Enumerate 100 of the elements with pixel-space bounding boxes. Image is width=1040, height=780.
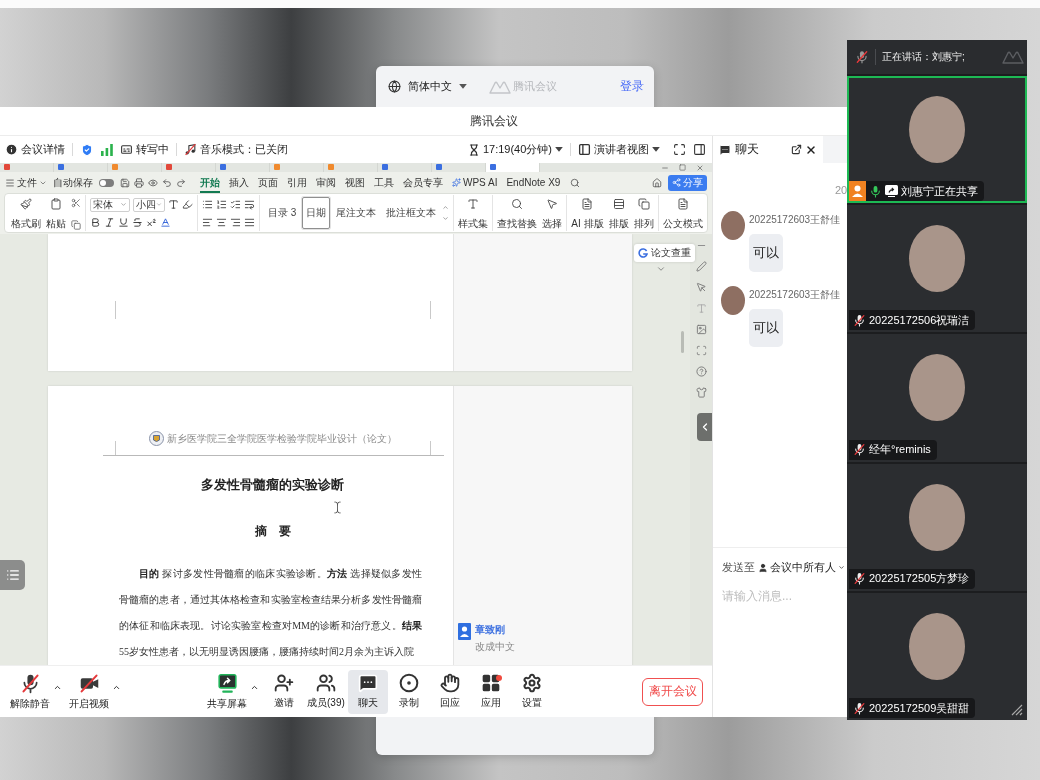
style-option[interactable]: 目录 3 [264, 197, 301, 229]
paste-button[interactable]: 粘贴 [46, 195, 66, 231]
sidebar-icon[interactable] [693, 143, 706, 156]
ribbon-tab[interactable]: WPS AI [452, 172, 498, 193]
chevron-down-icon[interactable] [656, 264, 666, 274]
autosave-switch[interactable] [99, 178, 114, 187]
ribbon-tab[interactable]: 工具 [374, 172, 394, 193]
font-select[interactable]: 宋体 [90, 197, 130, 212]
chevron-up-icon[interactable] [112, 683, 121, 692]
list-button[interactable] [0, 560, 25, 590]
scissors-icon[interactable] [71, 198, 81, 208]
ribbon-tab[interactable]: 页面 [258, 172, 278, 193]
record-button[interactable]: 录制 [388, 669, 429, 714]
ai-layout-button[interactable]: AI 排版 [571, 195, 604, 231]
pen-icon[interactable] [695, 261, 707, 272]
style-option[interactable]: 尾注文本 [332, 197, 381, 229]
ribbon-tab[interactable]: 插入 [229, 172, 249, 193]
transcription-button[interactable]: 转写中 [120, 142, 169, 157]
document-icon [676, 198, 689, 210]
reactions-button[interactable]: 回应 [429, 669, 470, 714]
ribbon-tab[interactable]: 视图 [345, 172, 365, 193]
copy-icon[interactable] [71, 220, 81, 230]
printer-icon[interactable] [134, 177, 144, 188]
highlighter-icon[interactable] [182, 199, 193, 211]
participant-tile[interactable]: 20225172505方梦珍 [847, 463, 1027, 591]
eye-icon[interactable] [148, 177, 158, 188]
participant-tile[interactable]: 20225172506祝瑞洁 [847, 205, 1027, 333]
checklist-icon[interactable] [230, 198, 241, 210]
users-icon [315, 673, 336, 693]
recipient-selector[interactable]: 会议中所有人 [758, 560, 845, 575]
style-set-button[interactable]: 样式集 [458, 195, 489, 231]
pop-out-icon[interactable] [791, 144, 802, 155]
font-size-select[interactable]: 小四 [133, 197, 165, 212]
sender-name: 20225172603王舒佳 [749, 288, 841, 302]
align-right-icon[interactable] [230, 216, 241, 228]
chevron-up-icon[interactable] [53, 683, 62, 692]
scan-icon[interactable] [695, 345, 707, 356]
members-button[interactable]: 成员(39) [305, 669, 347, 714]
apps-button[interactable]: 应用 [470, 669, 511, 714]
file-menu[interactable]: 文件 [5, 175, 47, 190]
find-replace-button[interactable]: 查找替换 [497, 195, 538, 231]
settings-button[interactable]: 设置 [511, 669, 552, 714]
bold-icon[interactable] [90, 217, 101, 229]
maximize-icon[interactable] [679, 164, 686, 171]
wrap-text-icon[interactable] [244, 198, 255, 210]
language-selector[interactable]: 简体中文 [388, 79, 467, 94]
select-button[interactable]: 选择 [542, 195, 563, 231]
arrange-button[interactable]: 排列 [633, 195, 654, 231]
leave-meeting-button[interactable]: 离开会议 [642, 677, 703, 706]
document-tab[interactable] [486, 163, 540, 172]
format-painter-button[interactable]: 格式刷 [11, 195, 41, 231]
login-link[interactable]: 登录 [620, 78, 644, 95]
numbered-list-icon[interactable] [216, 198, 227, 210]
text-size-icon[interactable] [168, 199, 179, 211]
font-color-icon[interactable] [160, 217, 171, 229]
fullscreen-icon[interactable] [673, 143, 686, 156]
view-mode-button[interactable]: 演讲者视图 [578, 142, 660, 157]
shirt-icon[interactable] [695, 387, 707, 398]
participant-tile[interactable]: 经年°reminis [847, 334, 1027, 462]
unmute-button[interactable]: 解除静音 [8, 669, 52, 714]
ribbon-tab[interactable]: 审阅 [316, 172, 336, 193]
align-center-icon[interactable] [216, 216, 227, 228]
home-icon[interactable] [652, 177, 662, 188]
plagiarism-check-button[interactable]: 论文查重 [634, 244, 695, 262]
participant-tile[interactable]: 20225172509吴甜甜 [847, 592, 1027, 720]
save-icon[interactable] [120, 177, 130, 188]
chevron-down-icon[interactable] [442, 215, 450, 222]
share-screen-button[interactable]: 共享屏幕 [205, 669, 249, 714]
align-left-icon[interactable] [202, 216, 213, 228]
share-button[interactable]: 分享 [668, 174, 707, 191]
bullet-list-icon[interactable] [202, 198, 213, 210]
underline-icon[interactable] [118, 217, 129, 229]
video-button[interactable]: 开启视频 [67, 669, 111, 714]
ribbon-tab[interactable]: 引用 [287, 172, 307, 193]
chevron-up-icon[interactable] [250, 683, 259, 692]
ribbon-tab[interactable]: 会员专享 [403, 172, 443, 193]
search-icon[interactable] [570, 177, 581, 188]
image-icon[interactable] [695, 324, 707, 335]
layout-button[interactable]: 排版 [608, 195, 629, 231]
chat-button[interactable]: 聊天 [347, 669, 388, 714]
ribbon-tab[interactable]: EndNote X9 [506, 172, 561, 193]
undo-icon[interactable] [162, 177, 172, 188]
redo-icon[interactable] [176, 177, 186, 188]
music-mode-button[interactable]: 音乐模式：已关闭 [184, 142, 288, 157]
timer-button[interactable]: 17:19(40分钟) [467, 142, 563, 157]
official-mode-button[interactable]: 公文模式 [662, 195, 703, 231]
superscript-icon[interactable] [146, 217, 157, 229]
pointer-icon[interactable] [695, 282, 707, 293]
style-option[interactable]: 批注框文本 [382, 197, 441, 229]
strikethrough-icon[interactable] [132, 217, 143, 229]
help-icon[interactable] [695, 366, 707, 377]
collapse-button[interactable] [697, 413, 712, 441]
italic-icon[interactable] [104, 217, 115, 229]
participant-tile[interactable]: 刘惠宁正在共享 [847, 76, 1027, 204]
meeting-details-button[interactable]: 会议详情 [5, 142, 65, 157]
scrollbar-thumb[interactable] [681, 331, 684, 353]
invite-button[interactable]: 邀请 [264, 669, 304, 714]
align-justify-icon[interactable] [244, 216, 255, 228]
menu-icon [5, 177, 15, 188]
style-option[interactable]: 日期 [302, 197, 331, 229]
